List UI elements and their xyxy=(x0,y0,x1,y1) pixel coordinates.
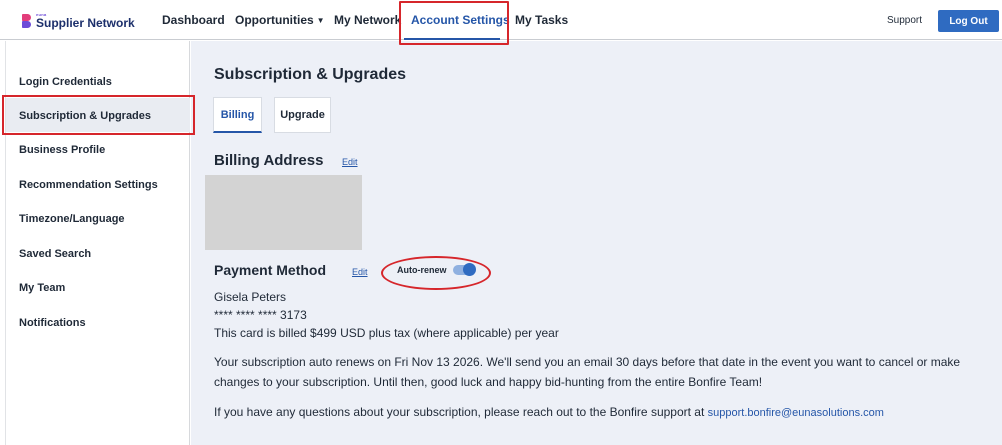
nav-my-tasks[interactable]: My Tasks xyxy=(515,13,568,27)
sidebar-item-my-team[interactable]: My Team xyxy=(19,282,65,294)
settings-sidebar: Login Credentials Subscription & Upgrade… xyxy=(5,41,190,445)
sidebar-item-notifications[interactable]: Notifications xyxy=(19,317,86,329)
page-title: Subscription & Upgrades xyxy=(214,66,407,83)
autorenew-control: Auto-renew xyxy=(397,263,476,276)
support-link[interactable]: Support xyxy=(887,15,922,26)
logout-button[interactable]: Log Out xyxy=(938,10,999,32)
autorenew-toggle[interactable] xyxy=(452,263,476,276)
active-nav-indicator xyxy=(404,38,500,40)
tab-billing[interactable]: Billing xyxy=(213,97,262,133)
sidebar-item-saved-search[interactable]: Saved Search xyxy=(19,248,91,260)
renewal-text-line-1: Your subscription auto renews on Fri Nov… xyxy=(214,355,961,369)
toggle-knob xyxy=(462,263,476,276)
card-number: **** **** **** 3173 xyxy=(214,308,307,322)
renewal-text-line-2: changes to your subscription. Until then… xyxy=(214,375,763,389)
billing-address-title: Billing Address xyxy=(214,152,324,169)
sidebar-item-business-profile[interactable]: Business Profile xyxy=(19,144,105,156)
nav-account-settings[interactable]: Account Settings xyxy=(411,13,510,27)
top-navigation-bar: euna Supplier Network Dashboard Opportun… xyxy=(0,0,1002,40)
sidebar-item-login-credentials[interactable]: Login Credentials xyxy=(19,76,112,88)
supplier-network-logo-icon xyxy=(22,14,31,28)
sidebar-item-recommendation-settings[interactable]: Recommendation Settings xyxy=(19,179,158,191)
nav-dashboard[interactable]: Dashboard xyxy=(162,13,225,27)
nav-my-network[interactable]: My Network xyxy=(334,13,401,27)
billing-address-redacted-block xyxy=(205,175,362,250)
sidebar-item-timezone-language[interactable]: Timezone/Language xyxy=(19,213,125,225)
support-text: If you have any questions about your sub… xyxy=(214,405,884,419)
tab-upgrade[interactable]: Upgrade xyxy=(274,97,331,133)
nav-opportunities-label: Opportunities xyxy=(235,13,314,27)
nav-opportunities[interactable]: Opportunities ▼ xyxy=(235,13,325,27)
brand-logo[interactable]: euna Supplier Network xyxy=(22,12,135,30)
billing-address-edit-link[interactable]: Edit xyxy=(342,157,358,167)
brand-name: Supplier Network xyxy=(36,16,135,30)
main-content: Subscription & Upgrades Billing Upgrade … xyxy=(191,41,1002,445)
payment-method-edit-link[interactable]: Edit xyxy=(352,267,368,277)
billing-note: This card is billed $499 USD plus tax (w… xyxy=(214,326,559,340)
payment-method-title: Payment Method xyxy=(214,262,327,278)
sidebar-item-subscription-upgrades[interactable]: Subscription & Upgrades xyxy=(19,110,151,122)
card-holder-name: Gisela Peters xyxy=(214,290,287,304)
chevron-down-icon: ▼ xyxy=(316,16,325,25)
autorenew-label: Auto-renew xyxy=(397,265,447,275)
support-email-link[interactable]: support.bonfire@eunasolutions.com xyxy=(708,407,884,419)
support-text-label: If you have any questions about your sub… xyxy=(214,405,708,419)
